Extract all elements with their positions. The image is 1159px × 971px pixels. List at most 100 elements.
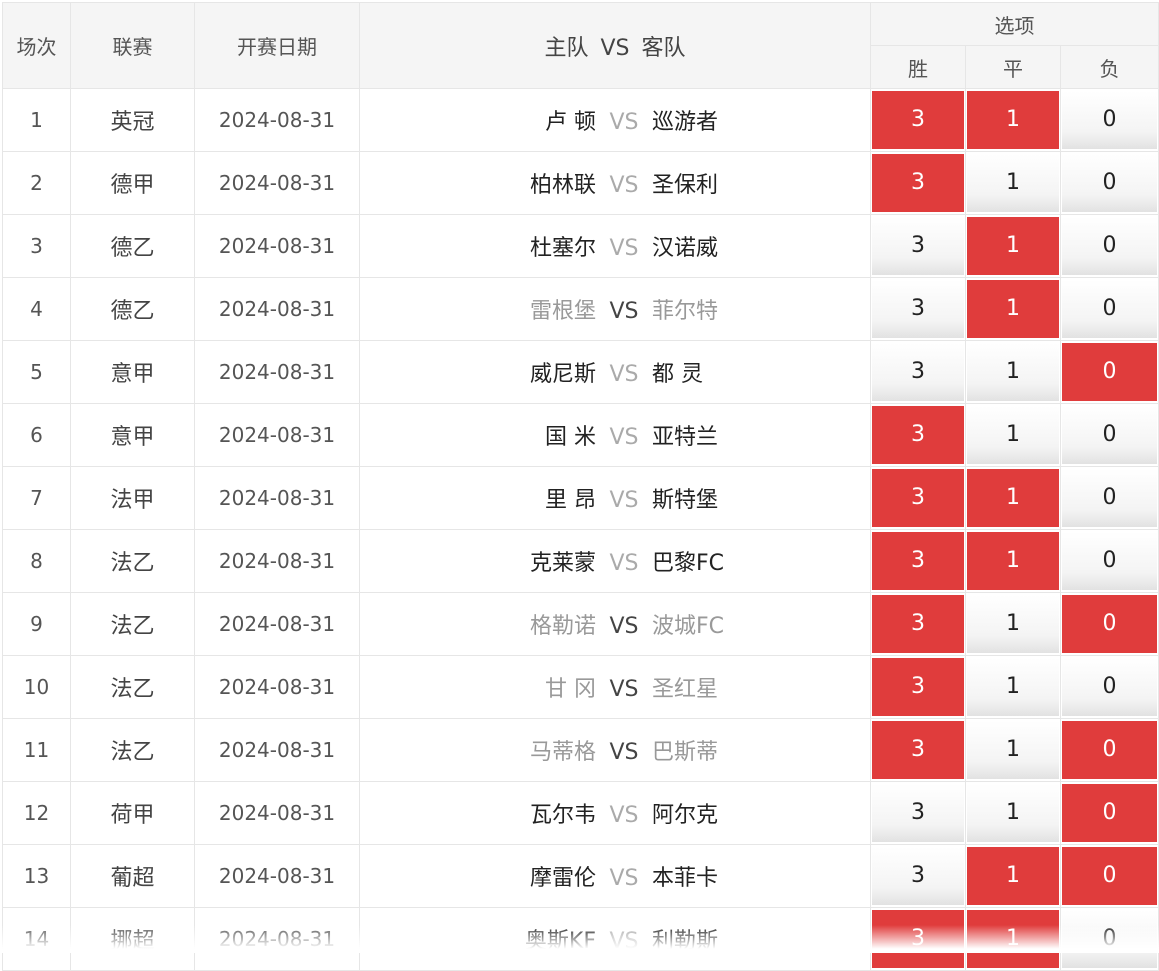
option-cell-draw: 1 (965, 781, 1061, 845)
draw-option[interactable]: 1 (967, 154, 1059, 212)
table-row: 9 法乙 2024-08-31 格勒诺 VS 波城FC 3 1 0 (2, 592, 1159, 656)
row-date: 2024-08-31 (194, 781, 360, 845)
option-cell-loss: 0 (1059, 529, 1159, 593)
table-row: 13 葡超 2024-08-31 摩雷伦 VS 本菲卡 3 1 0 (2, 844, 1159, 908)
loss-option[interactable]: 0 (1062, 532, 1158, 590)
row-match: 国 米 VS 亚特兰 (359, 403, 871, 467)
loss-option[interactable]: 0 (1062, 847, 1158, 905)
vs-label: VS (609, 488, 639, 513)
draw-option[interactable]: 1 (967, 658, 1059, 716)
row-date: 2024-08-31 (194, 718, 360, 782)
row-match: 甘 冈 VS 圣红星 (359, 655, 871, 719)
row-index: 9 (2, 592, 71, 656)
row-match: 摩雷伦 VS 本菲卡 (359, 844, 871, 908)
row-league: 法乙 (70, 529, 195, 593)
option-cell-draw: 1 (965, 655, 1061, 719)
draw-option[interactable]: 1 (967, 721, 1059, 779)
option-cell-draw: 1 (965, 529, 1061, 593)
row-index: 8 (2, 529, 71, 593)
loss-option[interactable]: 0 (1062, 595, 1158, 653)
option-cell-loss: 0 (1059, 592, 1159, 656)
row-index: 13 (2, 844, 71, 908)
loss-option[interactable]: 0 (1062, 784, 1158, 842)
row-index: 7 (2, 466, 71, 530)
header-loss: 负 (1059, 45, 1159, 89)
draw-option[interactable]: 1 (967, 469, 1059, 527)
table-header: 场次 联赛 开赛日期 主队 VS 客队 选项 胜 平 负 (2, 2, 1159, 89)
home-team: 杜塞尔 (529, 236, 596, 261)
loss-option[interactable]: 0 (1062, 280, 1158, 338)
away-team: 圣红星 (652, 677, 719, 702)
row-date: 2024-08-31 (194, 844, 360, 908)
row-match: 柏林联 VS 圣保利 (359, 151, 871, 215)
row-index: 5 (2, 340, 71, 404)
header-date: 开赛日期 (194, 2, 360, 89)
match-table-container: 场次 联赛 开赛日期 主队 VS 客队 选项 胜 平 负 1 英冠 2024-08-31… (2, 2, 1159, 971)
draw-option[interactable]: 1 (967, 595, 1059, 653)
vs-label: VS (609, 803, 639, 828)
header-draw: 平 (965, 45, 1061, 89)
row-index: 12 (2, 781, 71, 845)
home-team: 马蒂格 (529, 740, 596, 765)
row-match: 雷根堡 VS 菲尔特 (359, 277, 871, 341)
home-team: 国 米 (545, 425, 596, 450)
row-league: 意甲 (70, 340, 195, 404)
vs-label: VS (609, 362, 639, 387)
table-body: 1 英冠 2024-08-31 卢 顿 VS 巡游者 3 1 0 2 德甲 2024-08-31 柏林联… (2, 88, 1159, 971)
table-row: 7 法甲 2024-08-31 里 昂 VS 斯特堡 3 1 0 (2, 466, 1159, 530)
option-cell-loss: 0 (1059, 214, 1159, 278)
away-team: 巴斯蒂 (652, 740, 719, 765)
home-team: 威尼斯 (529, 362, 596, 387)
header-win: 胜 (870, 45, 966, 89)
table-row: 5 意甲 2024-08-31 威尼斯 VS 都 灵310 (2, 340, 1159, 404)
loss-option[interactable]: 0 (1062, 217, 1158, 275)
header-options: 选项 (869, 2, 1159, 46)
loss-option[interactable]: 0 (1062, 406, 1158, 464)
loss-option[interactable]: 0 (1062, 721, 1158, 779)
row-index: 2 (2, 151, 71, 215)
away-team: 斯特堡 (652, 488, 719, 513)
draw-option[interactable]: 1 (967, 847, 1059, 905)
row-index: 1 (2, 88, 71, 152)
home-team: 雷根堡 (529, 299, 596, 324)
away-team: 阿尔克 (652, 803, 719, 828)
away-team: 都 灵 (652, 362, 703, 387)
loss-option[interactable]: 0 (1062, 154, 1158, 212)
bottom-fade (0, 925, 1159, 953)
row-date: 2024-08-31 (194, 466, 360, 530)
row-date: 2024-08-31 (194, 151, 360, 215)
table-row: 11 法乙 2024-08-31 马蒂格 VS 巴斯蒂 3 1 0 (2, 718, 1159, 782)
loss-option[interactable]: 0 (1062, 658, 1158, 716)
loss-option[interactable]: 0 (1062, 469, 1158, 527)
loss-option[interactable]: 0 (1062, 91, 1158, 149)
table-row: 1 英冠 2024-08-31 卢 顿 VS 巡游者 3 1 0 (2, 88, 1159, 152)
table-row: 4 德乙 2024-08-31 雷根堡 VS 菲尔特 3 1 0 (2, 277, 1159, 341)
row-league: 法乙 (70, 592, 195, 656)
row-date: 2024-08-31 (194, 655, 360, 719)
row-index: 10 (2, 655, 71, 719)
option-cell-draw: 1 (965, 340, 1061, 404)
away-team: 亚特兰 (652, 425, 719, 450)
draw-option[interactable]: 1 (967, 280, 1059, 338)
row-date: 2024-08-31 (194, 88, 360, 152)
home-team: 柏林联 (529, 173, 596, 198)
loss-option[interactable]: 0 (1062, 343, 1158, 401)
home-team: 格勒诺 (529, 614, 596, 639)
row-index: 3 (2, 214, 71, 278)
draw-option[interactable]: 1 (967, 343, 1059, 401)
vs-label: VS (609, 866, 639, 891)
row-league: 意甲 (70, 403, 195, 467)
home-team: 卢 顿 (545, 110, 596, 135)
header-index: 场次 (2, 2, 71, 89)
draw-option[interactable]: 1 (967, 217, 1059, 275)
draw-option[interactable]: 1 (967, 532, 1059, 590)
draw-option[interactable]: 1 (967, 784, 1059, 842)
row-index: 6 (2, 403, 71, 467)
row-league: 英冠 (70, 88, 195, 152)
away-team: 菲尔特 (652, 299, 719, 324)
draw-option[interactable]: 1 (967, 406, 1059, 464)
away-team: 巴黎FC (652, 551, 725, 576)
option-cell-loss: 0 (1059, 844, 1159, 908)
draw-option[interactable]: 1 (967, 91, 1059, 149)
row-date: 2024-08-31 (194, 529, 360, 593)
